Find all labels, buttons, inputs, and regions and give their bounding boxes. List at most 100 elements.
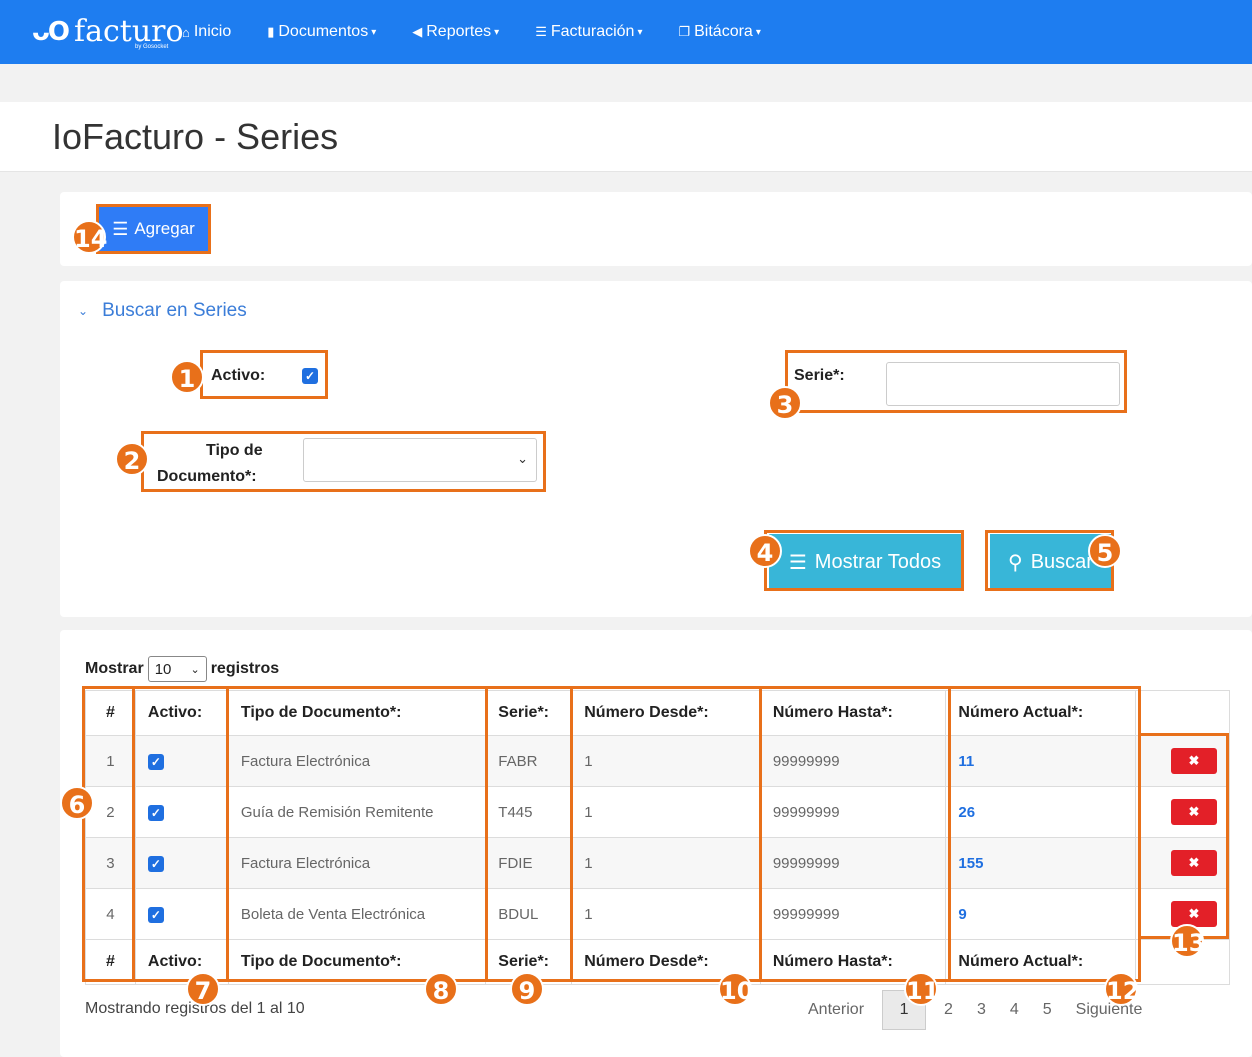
col-header-hasta[interactable]: Número Hasta*: [759,690,947,736]
cell-desde: 1 [571,786,761,838]
search-button-label: Buscar [1030,550,1093,573]
pager-page-5[interactable]: 5 [1031,1001,1064,1019]
top-navbar: ᴗO facturo by Gosocket ⌂ Inicio ▮ Docume… [0,0,1252,64]
show-all-button[interactable]: ☰ Mostrar Todos [769,534,961,590]
cell-serie: FDIE [485,837,573,889]
col-footer-num: # [85,939,136,985]
series-table: # Activo: Tipo de Documento*: Serie*: Nú… [85,690,1231,985]
caret-down-icon: ▾ [494,26,500,38]
annotation-badge: 9 [510,972,544,1006]
cell-tipo: Factura Electrónica [227,837,487,889]
nav-label: Documentos [278,23,369,40]
row-activo-checkbox[interactable]: ✓ [147,753,164,770]
nav-inicio[interactable]: ⌂ Inicio [182,23,231,41]
delete-button[interactable]: ✖ [1170,850,1217,876]
serie-input[interactable] [886,362,1120,406]
list-icon: ☰ [788,551,807,574]
cell-num: 1 [85,735,136,787]
cell-actual-link[interactable]: 11 [945,735,1136,787]
tipo-documento-select[interactable]: ⌄ [303,438,537,482]
delete-button[interactable]: ✖ [1170,901,1217,927]
col-header-actual[interactable]: Número Actual*: [945,690,1136,736]
caret-down-icon: ▾ [755,26,761,38]
footer-row: # Activo: Tipo de Documento*: Serie*: Nú… [85,939,1231,985]
add-button-label: Agregar [134,219,195,238]
list-icon: ☰ [112,218,129,239]
cell-actual-link[interactable]: 26 [945,786,1136,838]
col-header-num[interactable]: # [85,690,136,736]
col-header-tipo[interactable]: Tipo de Documento*: [227,690,487,736]
row-activo-checkbox[interactable]: ✓ [147,804,164,821]
caret-down-icon: ▾ [637,26,643,38]
table-row: 3 ✓ Factura Electrónica FDIE 1 99999999 … [85,837,1231,889]
row-activo-checkbox[interactable]: ✓ [147,855,164,872]
annotation-badge: 10 [718,972,753,1006]
pager-page-3[interactable]: 3 [965,1001,998,1019]
cell-actual-link[interactable]: 9 [945,888,1136,940]
page-title: IoFacturo - Series [52,116,339,157]
annotation-badge: 3 [768,386,802,420]
nav-label: Inicio [193,23,232,40]
cell-activo: ✓ [134,735,229,787]
cell-hasta: 99999999 [759,837,947,889]
cell-num: 3 [85,837,136,889]
search-collapse-toggle[interactable]: ⌄ Buscar en Series [78,300,247,322]
chevron-down-icon: ⌄ [190,663,200,676]
page-length-control: Mostrar 10 ⌄ registros [85,656,279,682]
annotation-badge: 5 [1088,534,1122,568]
chevron-down-icon: ⌄ [78,304,89,318]
cell-serie: FABR [485,735,573,787]
page-length-value: 10 [154,660,172,678]
col-header-activo[interactable]: Activo: [134,690,229,736]
annotation-badge: 12 [1104,972,1139,1006]
col-header-serie[interactable]: Serie*: [485,690,573,736]
home-icon: ⌂ [182,24,190,40]
add-button[interactable]: ☰ Agregar [99,207,208,251]
nav-label: Reportes [426,23,492,40]
activo-label: Activo: [211,367,266,384]
nav-reportes[interactable]: ◀ Reportes ▾ [412,23,499,41]
chevron-down-icon: ⌄ [517,451,528,466]
cell-activo: ✓ [134,837,229,889]
cell-hasta: 99999999 [759,888,947,940]
cell-tipo: Boleta de Venta Electrónica [227,888,487,940]
annotation-badge: 7 [186,972,220,1006]
nav-facturacion[interactable]: ☰ Facturación ▾ [535,23,642,41]
cell-hasta: 99999999 [759,786,947,838]
nav-label: Facturación [550,23,635,40]
cell-tipo: Factura Electrónica [227,735,487,787]
caret-down-icon: ▾ [371,26,377,38]
col-header-desde[interactable]: Número Desde*: [571,690,761,736]
tipo-label-line2: Documento*: [157,468,257,485]
logo-text: facturo [73,14,184,49]
row-activo-checkbox[interactable]: ✓ [147,906,164,923]
search-heading: Buscar en Series [102,300,247,321]
list-icon: ☰ [535,24,547,39]
cell-actions: ✖ [1134,786,1231,838]
cell-num: 4 [85,888,136,940]
pager-page-4[interactable]: 4 [998,1001,1031,1019]
serie-label: Serie*: [794,367,845,384]
pager-prev[interactable]: Anterior [796,1001,876,1019]
activo-checkbox[interactable]: ✓ [302,368,318,384]
delete-button[interactable]: ✖ [1170,748,1217,774]
logo-subtitle: by Gosocket [135,44,169,50]
copy-icon: ❐ [678,24,691,39]
nav-documentos[interactable]: ▮ Documentos ▾ [267,23,376,41]
pagination: Anterior 1 2 3 4 5 Siguiente [796,990,1154,1030]
cell-num: 2 [85,786,136,838]
annotation-badge: 13 [1170,924,1205,958]
annotation-badge: 1 [170,360,204,394]
delete-button[interactable]: ✖ [1170,799,1217,825]
cell-tipo: Guía de Remisión Remitente [227,786,487,838]
header-row: # Activo: Tipo de Documento*: Serie*: Nú… [85,690,1231,736]
annotation-badge: 6 [60,786,94,820]
tipo-label-line1: Tipo de [206,442,263,459]
annotation-badge: 4 [748,534,782,568]
annotation-badge: 2 [115,442,149,476]
table-row: 4 ✓ Boleta de Venta Electrónica BDUL 1 9… [85,888,1231,940]
logo[interactable]: ᴗO facturo [32,14,184,49]
cell-actual-link[interactable]: 155 [945,837,1136,889]
nav-bitacora[interactable]: ❐ Bitácora ▾ [678,23,760,41]
page-length-select[interactable]: 10 ⌄ [147,656,207,682]
